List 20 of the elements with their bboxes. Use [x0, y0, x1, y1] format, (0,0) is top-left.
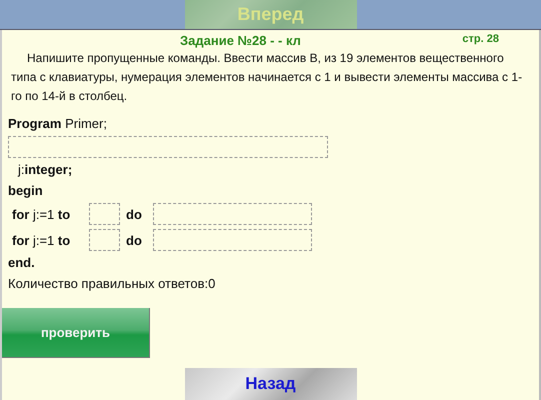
- task-text: Напишите пропущенные команды. Ввести массив B, из 19 элементов вещественного типа с клавиатуры, нумерация элементов начинается с 1 и вывести элементы массива с 1-го по 14-й в столбец.: [10, 50, 524, 105]
- page-number: стр. 28: [462, 33, 499, 47]
- check-button[interactable]: проверить: [2, 308, 150, 358]
- back-button[interactable]: Назад: [184, 368, 356, 400]
- code-line: j:integer;: [16, 161, 74, 179]
- input-field[interactable]: [89, 229, 120, 251]
- code-line: for j:=1 to: [12, 232, 72, 248]
- forward-button[interactable]: Вперед: [184, 0, 356, 29]
- task-title: Задание №28 - - кл: [180, 33, 301, 48]
- input-field[interactable]: [8, 136, 328, 158]
- code-line: for j:=1 to: [12, 206, 72, 222]
- input-field[interactable]: [153, 229, 312, 251]
- input-field[interactable]: [89, 203, 120, 225]
- code-line: do: [125, 206, 143, 222]
- code-line: end.: [8, 254, 36, 272]
- code-line: begin: [8, 182, 44, 200]
- input-field[interactable]: [153, 203, 312, 225]
- code-line: do: [125, 232, 143, 248]
- result-text: Количество правильных ответов:0: [7, 275, 216, 291]
- code-line: Program Primer;: [8, 115, 108, 133]
